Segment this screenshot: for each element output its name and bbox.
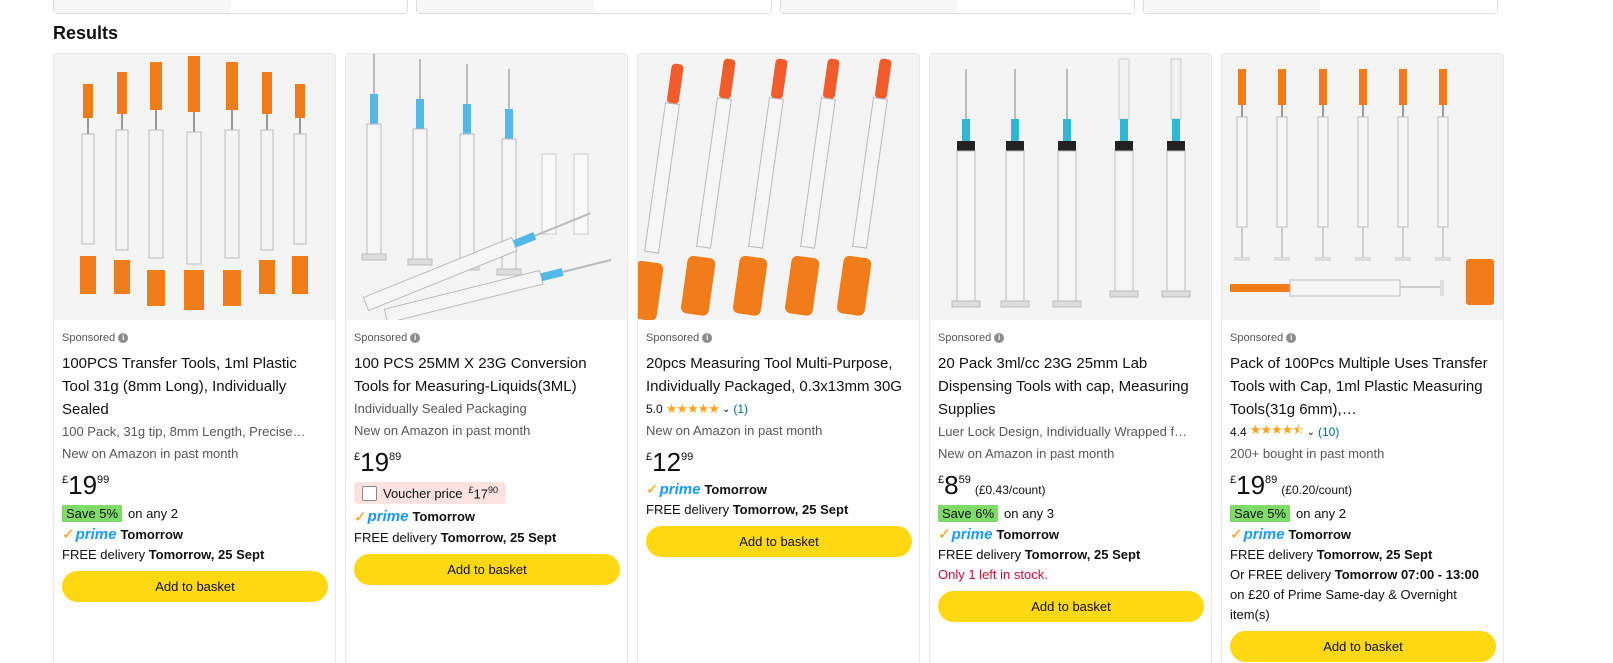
prime-logo-icon: ✓ prime — [354, 508, 409, 526]
price[interactable]: £ 8 59 (£0.43/count) — [938, 471, 1203, 501]
info-icon[interactable]: i — [118, 332, 129, 343]
product-card[interactable]: Sponsored i 20 Pack 3ml/cc 23G 25mm Lab D… — [929, 53, 1212, 663]
product-card[interactable]: Sponsored i 100PCS Transfer Tools, 1ml Pl… — [53, 53, 336, 663]
delivery-info: FREE delivery Tomorrow, 25 Sept — [646, 502, 849, 517]
previous-card[interactable] — [416, 0, 772, 14]
save-offer: Save 6% on any 3 — [938, 503, 1203, 523]
chevron-down-icon[interactable]: ⌄ — [1307, 427, 1315, 438]
product-subtitle: Luer Lock Design, Individually Wrapped f… — [938, 424, 1188, 439]
add-to-basket-button[interactable]: Add to basket — [354, 553, 620, 585]
prime-logo-icon: ✓ prime — [1230, 525, 1285, 544]
save-badge: Save 5% — [62, 504, 123, 522]
prime-row: ✓ prime Tomorrow — [938, 525, 1060, 544]
product-title[interactable]: 20pcs Measuring Tool Multi-Purpose, Indi… — [646, 352, 911, 398]
save-badge: Save 5% — [1230, 504, 1291, 522]
checkbox-icon[interactable] — [362, 485, 377, 501]
product-image[interactable] — [346, 54, 627, 320]
add-to-basket-button[interactable]: Add to basket — [1230, 631, 1496, 662]
save-offer: Save 5% on any 2 — [62, 503, 327, 523]
price[interactable]: £ 19 89 — [354, 448, 619, 478]
product-title[interactable]: 100PCS Transfer Tools, 1ml Plastic Tool … — [62, 352, 327, 421]
price[interactable]: £ 19 89 (£0.20/count) — [1230, 471, 1495, 501]
prime-logo-icon: ✓ prime — [646, 480, 701, 499]
price[interactable]: £ 12 99 — [646, 448, 911, 478]
delivery-info: FREE delivery Tomorrow, 25 Sept — [938, 547, 1141, 562]
star-rating-icon: ★★★★⯪ — [1249, 422, 1305, 437]
prime-row: ✓ prime Tomorrow — [354, 508, 476, 526]
product-title[interactable]: 100 PCS 25MM X 23G Conversion Tools for … — [354, 352, 619, 398]
add-to-basket-button[interactable]: Add to basket — [938, 591, 1204, 622]
sponsored-label[interactable]: Sponsored i — [1230, 330, 1495, 345]
results-heading: Results — [53, 23, 119, 43]
info-icon[interactable]: i — [702, 332, 713, 343]
rating[interactable]: 4.4 ★★★★⯪ ⌄ (10) — [1230, 421, 1495, 443]
sponsored-label[interactable]: Sponsored i — [646, 330, 911, 345]
product-subtitle: Individually Sealed Packaging — [354, 401, 527, 416]
new-badge: New on Amazon in past month — [938, 446, 1115, 461]
new-badge: New on Amazon in past month — [354, 423, 531, 438]
unit-price: (£0.20/count) — [1281, 483, 1353, 497]
prime-row: ✓ prime Tomorrow — [1230, 525, 1352, 544]
new-badge: New on Amazon in past month — [62, 446, 239, 461]
rating-count-link[interactable]: (10) — [1318, 425, 1339, 439]
voucher-checkbox[interactable]: Voucher price £1790 — [354, 482, 506, 505]
add-to-basket-button[interactable]: Add to basket — [646, 526, 912, 557]
stock-warning: Only 1 left in stock. — [938, 567, 1048, 582]
bought-badge: 200+ bought in past month — [1230, 446, 1385, 461]
page-scrollbar[interactable] — [1595, 0, 1613, 663]
info-icon[interactable]: i — [994, 332, 1005, 343]
save-badge: Save 6% — [938, 504, 999, 522]
product-image[interactable] — [1222, 54, 1503, 320]
chevron-down-icon[interactable]: ⌄ — [722, 404, 730, 415]
price[interactable]: £ 19 99 — [62, 471, 327, 501]
product-image[interactable] — [638, 54, 919, 320]
prime-row: ✓ prime Tomorrow — [646, 480, 768, 499]
rating-count-link[interactable]: (1) — [733, 402, 748, 416]
previous-card[interactable] — [779, 0, 1135, 14]
info-icon[interactable]: i — [1286, 332, 1297, 343]
star-rating-icon: ★★★★★ — [665, 401, 720, 416]
sponsored-label[interactable]: Sponsored i — [62, 330, 327, 345]
product-card[interactable]: Sponsored i Pack of 100Pcs Multiple Uses … — [1221, 53, 1504, 663]
product-card[interactable]: Sponsored i 20pcs Measuring Tool Multi-Pu… — [637, 53, 920, 663]
alt-delivery-info: Or FREE delivery Tomorrow 07:00 - 13:00 — [1230, 567, 1480, 582]
rating[interactable]: 5.0 ★★★★★ ⌄ (1) — [646, 398, 911, 420]
new-badge: New on Amazon in past month — [646, 423, 823, 438]
product-card[interactable]: Sponsored i 100 PCS 25MM X 23G Conversion… — [345, 53, 628, 663]
sponsored-label[interactable]: Sponsored i — [354, 330, 619, 345]
prime-row: ✓ prime Tomorrow — [62, 525, 184, 544]
previous-card[interactable] — [53, 0, 409, 14]
delivery-info: FREE delivery Tomorrow, 25 Sept — [1230, 547, 1433, 562]
info-icon[interactable]: i — [410, 332, 421, 343]
prime-logo-icon: ✓ prime — [62, 525, 117, 544]
previous-card[interactable] — [1142, 0, 1498, 14]
previous-results-row — [53, 0, 1498, 14]
sponsored-label[interactable]: Sponsored i — [938, 330, 1203, 345]
save-offer: Save 5% on any 2 — [1230, 503, 1495, 523]
prime-logo-icon: ✓ prime — [938, 525, 993, 544]
results-grid: Sponsored i 100PCS Transfer Tools, 1ml Pl… — [53, 53, 1504, 663]
product-title[interactable]: 20 Pack 3ml/cc 23G 25mm Lab Dispensing T… — [938, 352, 1203, 421]
product-title[interactable]: Pack of 100Pcs Multiple Uses Transfer To… — [1230, 352, 1495, 421]
product-subtitle: 100 Pack, 31g tip, 8mm Length, Precise… — [62, 424, 306, 439]
unit-price: (£0.43/count) — [974, 483, 1046, 497]
alt-delivery-note: on £20 of Prime Same-day & Overnight ite… — [1230, 587, 1457, 622]
product-image[interactable] — [930, 54, 1211, 320]
product-image[interactable] — [54, 54, 335, 320]
add-to-basket-button[interactable]: Add to basket — [62, 571, 328, 602]
delivery-info: FREE delivery Tomorrow, 25 Sept — [354, 529, 557, 545]
delivery-info: FREE delivery Tomorrow, 25 Sept — [62, 547, 265, 562]
